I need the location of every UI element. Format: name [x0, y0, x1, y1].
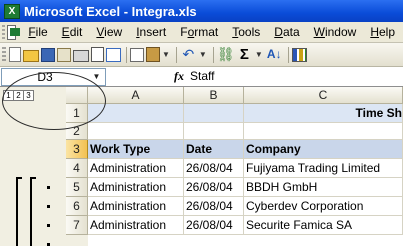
cell-c5[interactable]: BBDH GmbH: [244, 178, 403, 197]
paste-dropdown-icon[interactable]: ▼: [162, 50, 170, 59]
name-box-dropdown-icon[interactable]: ▼: [89, 70, 104, 84]
worksheet-grid: 1 2 3 A B C 1 Time Sh 2 3 Work Type Date…: [0, 87, 403, 246]
chart-wizard-icon[interactable]: [291, 47, 307, 62]
row-header-7[interactable]: 7: [66, 216, 88, 235]
cell-a3[interactable]: Work Type: [88, 140, 184, 159]
select-all-button[interactable]: [66, 87, 88, 104]
toolbar-grip[interactable]: [2, 46, 6, 63]
open-icon[interactable]: [23, 50, 39, 62]
toolbar-separator: [287, 46, 289, 63]
sort-ascending-icon[interactable]: A↓: [266, 46, 283, 63]
cell-b4[interactable]: 26/08/04: [184, 159, 244, 178]
undo-dropdown-icon[interactable]: ▼: [199, 50, 207, 59]
cell-c3[interactable]: Company: [244, 140, 403, 159]
print-preview-icon[interactable]: [91, 47, 104, 62]
cell-c2[interactable]: [244, 123, 403, 140]
column-header-a[interactable]: A: [88, 87, 184, 104]
copy-icon[interactable]: [130, 47, 144, 62]
toolbar-separator: [175, 46, 177, 63]
outline-detail-dot: [47, 224, 50, 227]
cell-c7[interactable]: Securite Famica SA: [244, 216, 403, 235]
menu-view[interactable]: View: [90, 25, 130, 39]
cell-a7[interactable]: Administration: [88, 216, 184, 235]
menubar-grip[interactable]: [2, 24, 5, 40]
row-header-5[interactable]: 5: [66, 178, 88, 197]
hyperlink-icon[interactable]: ⛓: [217, 46, 235, 63]
outline-detail-dot: [47, 205, 50, 208]
title-bar: X Microsoft Excel - Integra.xls: [0, 0, 403, 22]
permission-icon[interactable]: [57, 47, 71, 62]
menu-data[interactable]: Data: [268, 25, 307, 39]
cell-b7[interactable]: 26/08/04: [184, 216, 244, 235]
menu-bar: File Edit View Insert Format Tools Data …: [0, 22, 403, 43]
workbook-icon[interactable]: [6, 24, 21, 40]
row-header-1[interactable]: 1: [66, 104, 88, 123]
cell-b5[interactable]: 26/08/04: [184, 178, 244, 197]
menu-help[interactable]: Help: [364, 25, 403, 39]
cell-a6[interactable]: Administration: [88, 197, 184, 216]
autosum-dropdown-icon[interactable]: ▼: [255, 50, 263, 59]
menu-insert[interactable]: Insert: [130, 25, 174, 39]
row-header-6[interactable]: 6: [66, 197, 88, 216]
cell-b3[interactable]: Date: [184, 140, 244, 159]
cell-b6[interactable]: 26/08/04: [184, 197, 244, 216]
menu-tools[interactable]: Tools: [226, 25, 268, 39]
window-title: Microsoft Excel - Integra.xls: [24, 3, 197, 19]
print-icon[interactable]: [73, 50, 89, 62]
save-icon[interactable]: [41, 47, 55, 62]
cell-b1[interactable]: [184, 104, 244, 123]
cell-c6[interactable]: Cyberdev Corporation: [244, 197, 403, 216]
cell-c1-title[interactable]: Time Sh: [244, 104, 403, 123]
row-header-2[interactable]: 2: [66, 123, 88, 140]
new-icon[interactable]: [9, 47, 21, 62]
menu-window[interactable]: Window: [308, 25, 365, 39]
toolbar-separator: [212, 46, 214, 63]
column-header-c[interactable]: C: [244, 87, 403, 104]
outline-group-bracket[interactable]: [30, 177, 36, 246]
standard-toolbar: ▼ ↶ ▼ ⛓ Σ ▼ A↓: [0, 43, 403, 67]
name-box-value[interactable]: D3: [2, 70, 88, 84]
outline-detail-dot: [47, 186, 50, 189]
spelling-icon[interactable]: [106, 47, 121, 62]
undo-icon[interactable]: ↶: [180, 46, 197, 63]
insert-function-icon[interactable]: fx: [174, 69, 184, 84]
cell-a4[interactable]: Administration: [88, 159, 184, 178]
outline-level-3-button[interactable]: 3: [23, 90, 34, 101]
menu-format[interactable]: Format: [174, 25, 226, 39]
row-header-3[interactable]: 3: [66, 140, 88, 159]
paste-icon[interactable]: [146, 47, 160, 62]
cell-a2[interactable]: [88, 123, 184, 140]
toolbar-separator: [126, 46, 127, 63]
menu-edit[interactable]: Edit: [56, 25, 91, 39]
row-header-4[interactable]: 4: [66, 159, 88, 178]
column-header-b[interactable]: B: [184, 87, 244, 104]
name-box[interactable]: D3 ▼: [1, 68, 106, 86]
cell-b2[interactable]: [184, 123, 244, 140]
formula-bar: D3 ▼ fx Staff: [0, 67, 403, 87]
cell-a1[interactable]: [88, 104, 184, 123]
menu-file[interactable]: File: [22, 25, 55, 39]
autosum-icon[interactable]: Σ: [236, 46, 253, 63]
cell-c4[interactable]: Fujiyama Trading Limited: [244, 159, 403, 178]
excel-icon[interactable]: X: [4, 3, 20, 19]
cell-a5[interactable]: Administration: [88, 178, 184, 197]
formula-input[interactable]: Staff: [190, 69, 214, 83]
outline-group-bracket[interactable]: [16, 177, 22, 246]
